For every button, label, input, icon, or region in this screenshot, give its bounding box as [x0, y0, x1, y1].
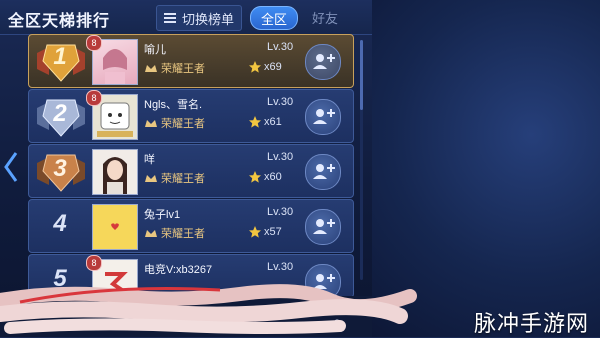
- star-count: x57: [248, 225, 282, 239]
- level-badge: 8: [86, 35, 102, 51]
- rank-title-label: 荣耀王者: [161, 118, 205, 130]
- star-count-value: x69: [264, 61, 282, 73]
- king-title-icon: [145, 65, 157, 72]
- add-friend-icon: [313, 219, 335, 234]
- redaction-scribble: [0, 284, 417, 334]
- star-icon: [249, 116, 261, 128]
- add-friend-button[interactable]: [305, 209, 341, 245]
- player-level: Lv.30: [267, 41, 294, 53]
- star-count: x69: [248, 60, 282, 74]
- rank-title: 荣耀王者: [144, 170, 205, 186]
- level-badge: 8: [86, 90, 102, 106]
- switch-leaderboard-label: 切换榜单: [181, 11, 234, 27]
- ranking-list: 1 8 喻儿 Lv.30 荣耀王者 x69 2 8 Ngls、雪名. Lv.30…: [28, 34, 354, 298]
- rank-title-label: 荣耀王者: [161, 63, 205, 75]
- rank-number: 1: [53, 43, 67, 70]
- chevron-left-icon[interactable]: [3, 150, 19, 184]
- player-level: Lv.30: [267, 151, 294, 163]
- rank-title-label: 荣耀王者: [161, 173, 205, 185]
- star-count-value: x60: [264, 171, 282, 183]
- star-count: x60: [248, 170, 282, 184]
- header-bar: 全区天梯排行 切换榜单 全区 好友: [0, 0, 372, 35]
- watermark: 脉冲手游网: [474, 311, 590, 336]
- player-name: Ngls、雪名.: [144, 99, 203, 111]
- rank-title: 荣耀王者: [144, 60, 205, 76]
- add-friend-button[interactable]: [305, 154, 341, 190]
- table-row: 2 8 Ngls、雪名. Lv.30 荣耀王者 x61: [28, 89, 354, 143]
- add-friend-icon: [313, 164, 335, 179]
- rank-number: 4: [53, 210, 67, 237]
- player-name: 兔子lv1: [144, 209, 181, 221]
- table-row: 1 8 喻儿 Lv.30 荣耀王者 x69: [28, 34, 354, 88]
- add-friend-button[interactable]: [305, 99, 341, 135]
- scrollbar[interactable]: [360, 40, 363, 280]
- star-count-value: x61: [264, 116, 282, 128]
- page-title: 全区天梯排行: [8, 13, 111, 30]
- king-title-icon: [145, 175, 157, 182]
- scroll-thumb[interactable]: [360, 40, 363, 110]
- switch-leaderboard-button[interactable]: 切换榜单: [156, 5, 242, 31]
- rank-title-label: 荣耀王者: [161, 228, 205, 240]
- star-icon: [249, 171, 261, 183]
- table-row: 3 咩 Lv.30 荣耀王者 x60: [28, 144, 354, 198]
- star-icon: [249, 61, 261, 73]
- rank-number: 3: [53, 155, 67, 182]
- king-title-icon: [145, 230, 157, 237]
- player-name: 咩: [144, 154, 155, 166]
- rank-title: 荣耀王者: [144, 225, 205, 241]
- player-level: Lv.30: [267, 206, 294, 218]
- player-name: 喻儿: [144, 44, 166, 56]
- rank-number: 2: [53, 100, 67, 127]
- rank-title: 荣耀王者: [144, 115, 205, 131]
- avatar[interactable]: [92, 149, 138, 195]
- player-name: 电竞V:xb3267: [144, 264, 213, 276]
- star-count: x61: [248, 115, 282, 129]
- player-level: Lv.30: [267, 261, 294, 273]
- menu-icon: [163, 13, 176, 23]
- table-row: 4 兔子lv1 Lv.30 荣耀王者 x57: [28, 199, 354, 253]
- add-friend-icon: [313, 54, 335, 69]
- avatar[interactable]: [92, 204, 138, 250]
- add-friend-button[interactable]: [305, 44, 341, 80]
- add-friend-icon: [313, 109, 335, 124]
- star-count-value: x57: [264, 226, 282, 238]
- level-badge: 8: [86, 255, 102, 271]
- tab-all[interactable]: 全区: [250, 6, 298, 30]
- king-title-icon: [145, 120, 157, 127]
- star-icon: [249, 226, 261, 238]
- tab-friends[interactable]: 好友: [302, 6, 348, 28]
- player-level: Lv.30: [267, 96, 294, 108]
